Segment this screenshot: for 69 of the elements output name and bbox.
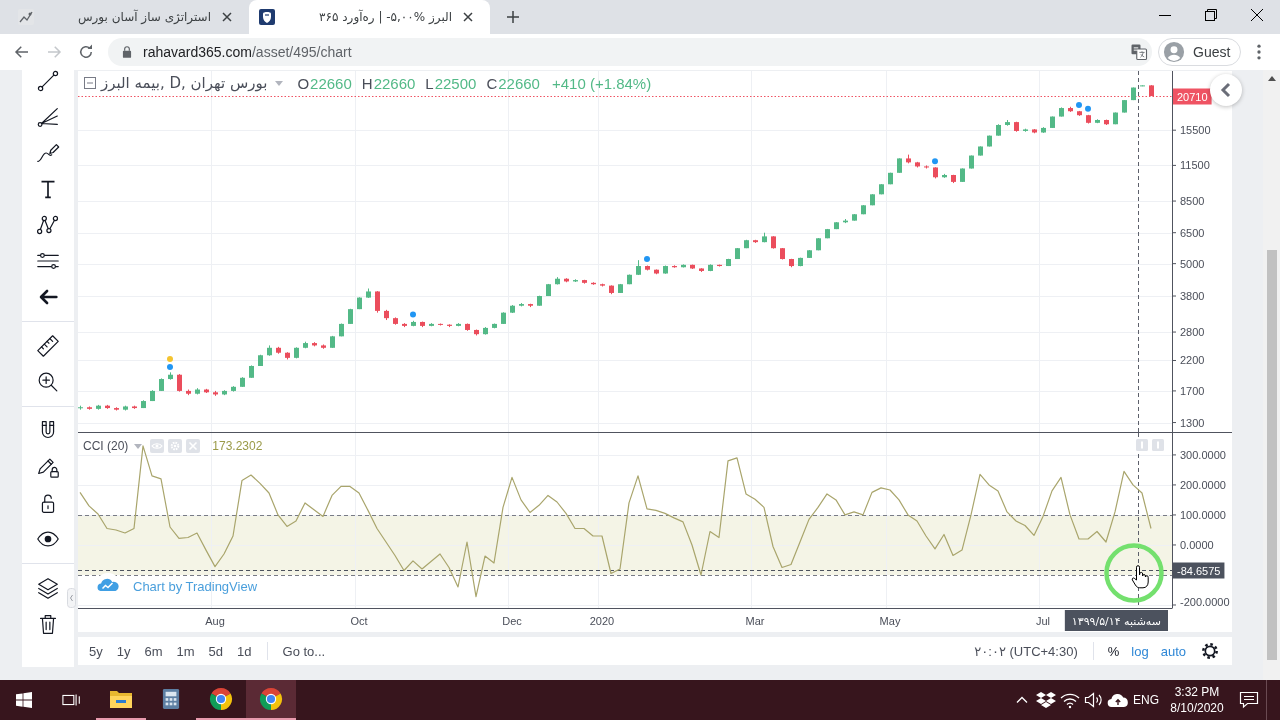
ohlc-reading: L22500: [425, 74, 477, 92]
candle: [141, 399, 146, 409]
candle: [87, 405, 92, 411]
scroll-thumb[interactable]: [1266, 250, 1277, 660]
candle: [78, 405, 83, 411]
avatar-icon: [1163, 41, 1185, 63]
ohlc-reading: H22660: [361, 74, 416, 92]
scale-button[interactable]: log: [1125, 639, 1155, 663]
folder-icon: [109, 689, 133, 709]
candle: [123, 405, 128, 411]
range-button[interactable]: 5y: [82, 639, 110, 663]
clock-time: 3:32 PM: [1174, 685, 1220, 699]
line-chart-favicon-icon: [18, 9, 34, 25]
language-indicator[interactable]: ENG: [1130, 680, 1162, 720]
wifi-icon[interactable]: [1060, 691, 1080, 709]
lock-icon: [120, 45, 134, 59]
scale-button[interactable]: %: [1101, 639, 1126, 663]
volume-icon[interactable]: [1084, 691, 1104, 709]
close-icon[interactable]: [1251, 9, 1263, 21]
ohlc-reading: C22660: [486, 74, 540, 92]
range-button[interactable]: 1d: [230, 639, 259, 663]
collapse-icon[interactable]: [84, 77, 96, 89]
browser-icon: [259, 687, 283, 711]
candle: [195, 387, 200, 395]
taskbar-button[interactable]: [246, 680, 296, 720]
go-to-button[interactable]: Go to...: [275, 639, 333, 663]
candle: [96, 404, 101, 411]
browser-icon: [209, 687, 233, 711]
scrollbar[interactable]: [1263, 70, 1280, 680]
candle: [105, 404, 110, 410]
translate-icon[interactable]: [1130, 43, 1148, 61]
back-icon[interactable]: [13, 43, 31, 61]
layers-icon[interactable]: [35, 575, 61, 601]
candle: [168, 371, 173, 381]
trend-line-icon[interactable]: [35, 68, 61, 94]
new-tab-icon[interactable]: [504, 8, 522, 26]
chevron-left-icon: [1220, 82, 1232, 98]
timezone-button[interactable]: ۲۰:۰۲ (UTC+4:30): [967, 639, 1085, 663]
notification-icon[interactable]: [1239, 691, 1259, 709]
collapse-button[interactable]: [1210, 74, 1242, 106]
range-button[interactable]: 1y: [109, 639, 138, 663]
reload-icon[interactable]: [77, 43, 95, 61]
scroll-up-icon[interactable]: [1267, 76, 1276, 81]
task-view-icon[interactable]: [62, 692, 82, 708]
diamonds-icon[interactable]: [1036, 691, 1056, 709]
range-button[interactable]: 5d: [201, 639, 231, 663]
symbol-title: بیمه البرز, D, بورس تهران: [101, 74, 268, 92]
collapse-handle-icon[interactable]: [67, 588, 76, 608]
price-change: +410 (+1.84%): [551, 74, 652, 92]
address-bar[interactable]: rahavard365.com/asset/495/chart: [108, 38, 1152, 66]
indicator-title: CCI (20): [83, 439, 129, 453]
candle: [114, 406, 119, 411]
windows-logo-icon[interactable]: [16, 692, 32, 708]
ohlc-reading: O22660: [297, 74, 352, 92]
range-button[interactable]: 6m: [137, 639, 170, 663]
candle: [150, 389, 155, 402]
candle: [1140, 84, 1145, 87]
calculator-icon: [162, 688, 180, 710]
settings-icon[interactable]: [1200, 641, 1220, 661]
clock-date: 8/10/2020: [1170, 701, 1224, 715]
cloud-upload-icon[interactable]: [1107, 692, 1129, 708]
restore-icon[interactable]: [1205, 9, 1217, 21]
candle: [159, 377, 164, 392]
candle: [177, 373, 182, 393]
range-button[interactable]: 1m: [169, 639, 202, 663]
scale-button[interactable]: auto: [1154, 639, 1192, 663]
ruler-icon[interactable]: [35, 333, 61, 359]
candle: [186, 389, 191, 396]
candle: [132, 405, 137, 410]
